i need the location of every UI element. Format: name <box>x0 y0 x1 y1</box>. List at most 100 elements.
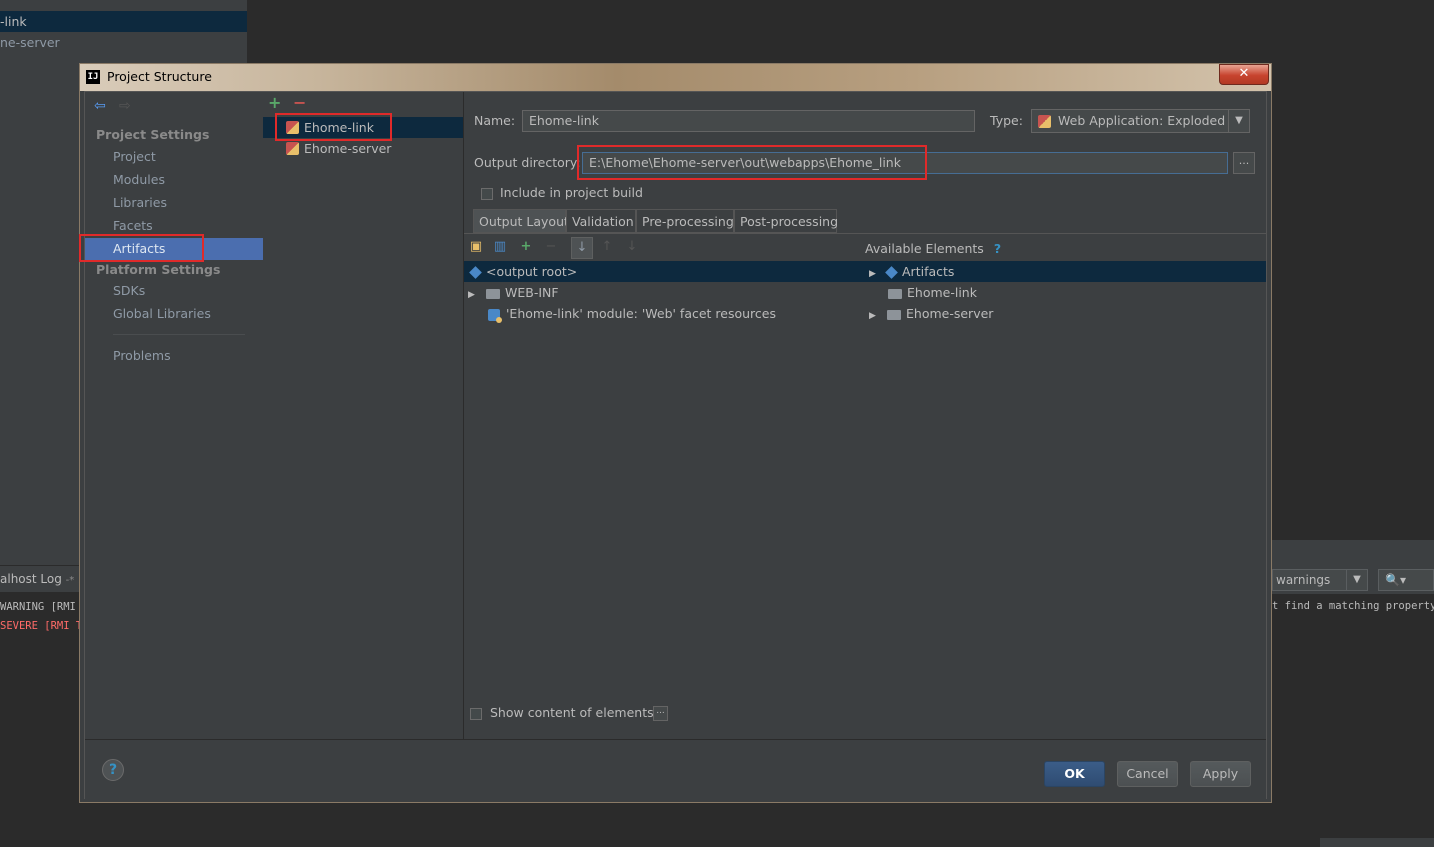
available-elements-label: Available Elements ? <box>865 241 1001 256</box>
help-icon[interactable]: ? <box>994 241 1001 256</box>
add-icon[interactable]: + <box>518 239 534 255</box>
available-item-label: Ehome-server <box>906 306 994 321</box>
layout-item-label: <output root> <box>486 264 578 279</box>
remove-icon[interactable]: − <box>293 93 306 112</box>
log-filter-combo[interactable]: warnings ▼ <box>1272 569 1368 591</box>
available-item-label: Artifacts <box>902 264 955 279</box>
add-icon[interactable]: + <box>268 93 281 112</box>
forward-arrow-icon[interactable]: ⇨ <box>119 98 131 114</box>
show-content-checkbox[interactable] <box>470 708 482 720</box>
folder-icon <box>486 288 500 299</box>
layout-tree-item[interactable]: <output root> <box>468 261 577 282</box>
cancel-button[interactable]: Cancel <box>1117 761 1178 787</box>
background-tree-toolbar <box>0 0 247 10</box>
log-filter-value: warnings <box>1276 573 1331 587</box>
artifact-list: + − Ehome-link Ehome-server <box>263 92 464 739</box>
background-tree-row[interactable]: -link <box>0 11 247 32</box>
war-artifact-icon <box>286 142 299 155</box>
log-search-button[interactable]: 🔍▾ <box>1378 569 1434 591</box>
sort-icon[interactable]: ↓ <box>571 237 593 259</box>
nav-item-modules[interactable]: Modules <box>85 169 263 191</box>
background-tree-row[interactable]: ne-server <box>0 32 247 53</box>
output-directory-label: Output directory: <box>474 155 581 170</box>
expand-arrow-icon[interactable]: ▶ <box>869 264 881 285</box>
back-arrow-icon[interactable]: ⇦ <box>94 98 106 114</box>
expand-arrow-icon[interactable]: ▶ <box>468 285 480 306</box>
log-line-error: SEVERE [RMI T <box>0 620 80 632</box>
output-layout-panel: ▣ ▥ + − ↓ ↑ ↓ Available Elements ? <outp… <box>464 234 1266 739</box>
type-combo[interactable]: Web Application: Exploded ▼ <box>1031 109 1250 133</box>
apply-button[interactable]: Apply <box>1190 761 1251 787</box>
tab-post-processing[interactable]: Post-processing <box>734 209 838 233</box>
artifacts-icon <box>885 266 898 279</box>
log-tab-pin-icon: -* × <box>65 575 80 586</box>
artifact-item[interactable]: Ehome-server <box>263 138 463 159</box>
tab-output-layout[interactable]: Output Layout <box>473 209 569 233</box>
name-input[interactable]: Ehome-link <box>522 110 975 132</box>
nav-item-sdks[interactable]: SDKs <box>85 280 263 302</box>
search-icon: 🔍▾ <box>1385 573 1406 587</box>
tab-validation[interactable]: Validation <box>566 209 636 233</box>
web-facet-icon <box>488 308 502 323</box>
dialog-title: Project Structure <box>107 69 212 84</box>
type-value: Web Application: Exploded <box>1058 113 1226 128</box>
log-line: WARNING [RMI <box>0 601 76 613</box>
available-tree-item[interactable]: ▶ Artifacts <box>869 261 954 282</box>
type-label: Type: <box>990 113 1023 128</box>
browse-button[interactable]: ... <box>1233 152 1255 174</box>
background-panel <box>0 95 80 565</box>
log-line: t find a matching property. <box>1272 600 1434 612</box>
settings-nav: ⇦ ⇨ Project Settings Project Modules Lib… <box>85 92 264 739</box>
highlight-box <box>79 234 204 262</box>
highlight-box <box>275 113 392 141</box>
artifact-label: Ehome-server <box>304 141 392 156</box>
nav-item-global-libraries[interactable]: Global Libraries <box>85 303 263 325</box>
nav-item-libraries[interactable]: Libraries <box>85 192 263 214</box>
background-panel <box>1320 838 1434 847</box>
available-item-label: Ehome-link <box>907 285 977 300</box>
nav-item-project[interactable]: Project <box>85 146 263 168</box>
expand-arrow-icon[interactable]: ▶ <box>869 306 881 327</box>
remove-icon[interactable]: − <box>543 239 559 255</box>
selected-row-highlight <box>464 261 1266 282</box>
layout-tree-item[interactable]: 'Ehome-link' module: 'Web' facet resourc… <box>488 303 776 324</box>
available-tree-item[interactable]: Ehome-link <box>888 282 977 303</box>
layout-item-label: 'Ehome-link' module: 'Web' facet resourc… <box>506 306 777 321</box>
chevron-down-icon: ▼ <box>1346 570 1367 590</box>
output-root-icon <box>469 266 482 279</box>
intellij-app-icon: IJ <box>86 70 100 84</box>
chevron-down-icon: ▼ <box>1228 110 1249 132</box>
close-button[interactable]: ✕ <box>1219 64 1269 85</box>
project-settings-header: Project Settings <box>96 127 210 142</box>
artifact-config-panel: Name: Ehome-link Type: Web Application: … <box>464 92 1266 739</box>
background-log-tab[interactable]: alhost Log -* × <box>0 565 80 592</box>
module-folder-icon <box>888 288 902 299</box>
close-icon: ✕ <box>1238 66 1250 81</box>
layout-tree-item[interactable]: ▶ WEB-INF <box>468 282 559 303</box>
include-in-build-checkbox[interactable] <box>481 188 493 200</box>
show-content-label: Show content of elements <box>490 705 654 720</box>
war-artifact-icon <box>1038 115 1051 128</box>
background-toolbar <box>1272 540 1434 567</box>
layout-item-label: WEB-INF <box>505 285 559 300</box>
show-content-options-button[interactable]: ... <box>653 706 668 721</box>
available-elements-text: Available Elements <box>865 241 984 256</box>
nav-item-problems[interactable]: Problems <box>85 345 263 367</box>
new-folder-icon[interactable]: ▣ <box>468 239 484 255</box>
move-up-icon[interactable]: ↑ <box>599 239 615 255</box>
available-tree-item[interactable]: ▶ Ehome-server <box>869 303 993 324</box>
help-button[interactable]: ? <box>102 759 124 781</box>
module-folder-icon <box>887 309 901 320</box>
log-tab-label: alhost Log <box>0 572 62 586</box>
dialog-content: ⇦ ⇨ Project Settings Project Modules Lib… <box>84 91 1267 799</box>
create-archive-icon[interactable]: ▥ <box>492 239 508 255</box>
highlight-box <box>577 145 927 180</box>
include-in-build-label: Include in project build <box>500 185 643 200</box>
nav-divider <box>113 334 245 335</box>
ok-button[interactable]: OK <box>1044 761 1105 787</box>
platform-settings-header: Platform Settings <box>96 262 221 277</box>
name-label: Name: <box>474 113 516 128</box>
tab-pre-processing[interactable]: Pre-processing <box>636 209 734 233</box>
dialog-titlebar[interactable]: IJ Project Structure ✕ <box>80 64 1271 91</box>
move-down-icon[interactable]: ↓ <box>624 239 640 255</box>
